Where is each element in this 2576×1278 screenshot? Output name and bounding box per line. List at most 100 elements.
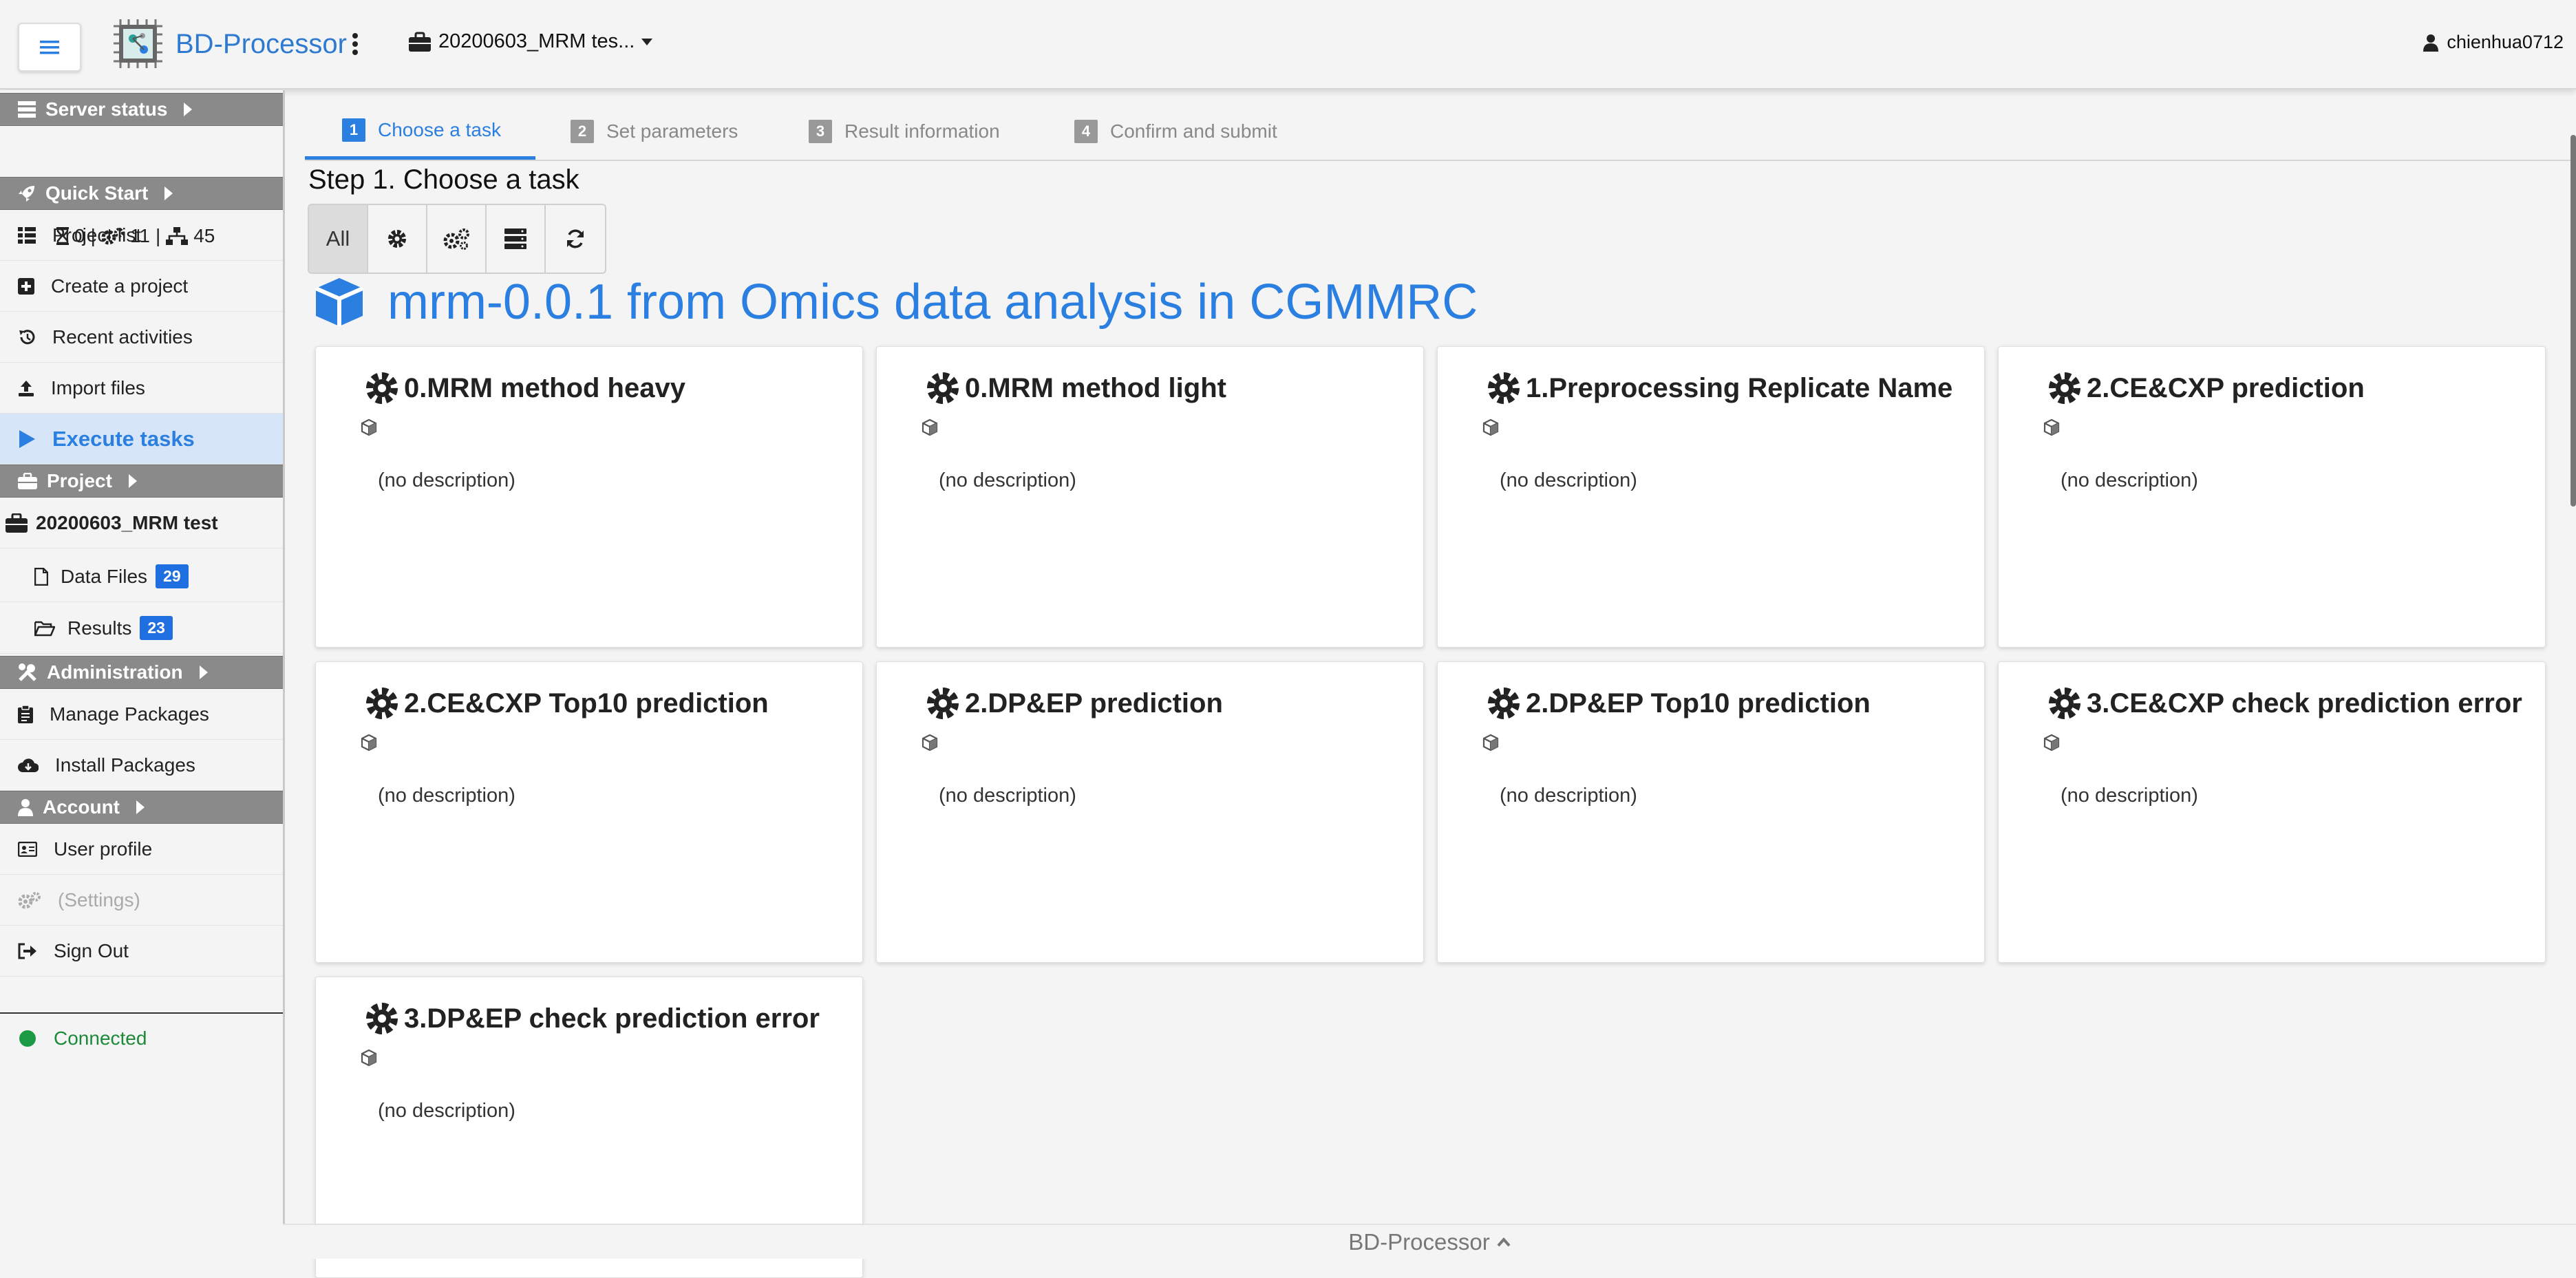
sidebar: Server status 0 | 11 | 45 Quick Start Pr…: [0, 90, 285, 1257]
sidebar-item-data-files[interactable]: Data Files 29: [0, 551, 283, 602]
server-status-title: Server status: [45, 98, 168, 120]
quick-start-header[interactable]: Quick Start: [0, 177, 283, 210]
sidebar-item-user-profile[interactable]: User profile: [0, 824, 283, 875]
task-description: (no description): [1500, 785, 1637, 807]
sidebar-item-recent-activities[interactable]: Recent activities: [0, 312, 283, 363]
connected-indicator-icon: [19, 1030, 36, 1047]
file-icon: [34, 567, 48, 586]
refresh-button[interactable]: [546, 205, 605, 273]
package-cube-icon: [2043, 418, 2061, 436]
rocket-icon: [18, 184, 36, 202]
gear-icon: [364, 1001, 400, 1036]
cogs-icon: [443, 228, 470, 250]
step-tabs: 1 Choose a task 2 Set parameters 3 Resul…: [305, 103, 2576, 161]
app-options-button[interactable]: [351, 32, 359, 59]
task-name: 2.DP&EP Top10 prediction: [1526, 688, 1871, 718]
quick-start-title: Quick Start: [45, 182, 149, 204]
user-icon: [2423, 34, 2439, 52]
filter-single-task-button[interactable]: [368, 205, 427, 273]
sidebar-item-results[interactable]: Results 23: [0, 603, 283, 654]
gear-icon: [2047, 685, 2083, 721]
play-icon: [18, 429, 36, 449]
task-card-header: 2.DP&EP Top10 prediction: [1486, 685, 1871, 721]
current-project-item[interactable]: 20200603_MRM test: [0, 498, 283, 549]
task-card[interactable]: 0.MRM method heavy (no description): [315, 346, 863, 648]
sidebar-item-settings: (Settings): [0, 875, 283, 926]
project-switcher[interactable]: 20200603_MRM tes...: [408, 30, 653, 53]
sidebar-item-create-project[interactable]: Create a project: [0, 261, 283, 312]
task-description: (no description): [939, 469, 1076, 491]
briefcase-icon: [6, 513, 28, 533]
user-menu[interactable]: chienhua0712: [2423, 32, 2564, 53]
project-header[interactable]: Project: [0, 465, 283, 498]
gear-icon: [925, 685, 961, 721]
filter-all-button[interactable]: All: [309, 205, 368, 273]
task-card[interactable]: 2.CE&CXP Top10 prediction (no descriptio…: [315, 661, 863, 963]
user-icon: [18, 798, 33, 816]
sidebar-item-manage-packages[interactable]: Manage Packages: [0, 689, 283, 740]
package-cube-icon: [921, 418, 939, 436]
task-card-header: 3.CE&CXP check prediction error: [2047, 685, 2522, 721]
sidebar-item-project-list[interactable]: Project list: [0, 210, 283, 261]
task-card[interactable]: 3.CE&CXP check prediction error (no desc…: [1998, 661, 2546, 963]
sidebar-item-label: Project list: [52, 224, 142, 246]
tab-result-information[interactable]: 3 Result information: [809, 103, 1000, 160]
app-logo[interactable]: [112, 18, 164, 70]
task-card[interactable]: 0.MRM method light (no description): [876, 346, 1424, 648]
menu-toggle-button[interactable]: [18, 23, 81, 72]
administration-header[interactable]: Administration: [0, 656, 283, 689]
server-status-header[interactable]: Server status: [0, 93, 283, 126]
filter-workflow-button[interactable]: [427, 205, 487, 273]
package-cube-icon: [1482, 418, 1500, 436]
chevron-up-icon: [1497, 1237, 1511, 1247]
gear-icon: [364, 370, 400, 406]
task-description: (no description): [378, 1100, 515, 1122]
sidebar-item-label: User profile: [54, 838, 153, 860]
task-card[interactable]: 2.DP&EP prediction (no description): [876, 661, 1424, 963]
clipboard-icon: [18, 705, 33, 723]
hamburger-icon: [40, 40, 59, 55]
tab-label: Set parameters: [606, 120, 738, 142]
connection-status: Connected: [19, 1027, 147, 1050]
task-name: 1.Preprocessing Replicate Name: [1526, 372, 1953, 403]
task-name: 3.DP&EP check prediction error: [404, 1003, 820, 1034]
task-card[interactable]: 2.DP&EP Top10 prediction (no description…: [1437, 661, 1985, 963]
task-name: 2.CE&CXP Top10 prediction: [404, 688, 769, 718]
package-cube-icon: [360, 734, 378, 752]
sidebar-item-import-files[interactable]: Import files: [0, 363, 283, 414]
tab-set-parameters[interactable]: 2 Set parameters: [571, 103, 738, 160]
task-card[interactable]: 1.Preprocessing Replicate Name (no descr…: [1437, 346, 1985, 648]
footer-toggle[interactable]: BD-Processor: [283, 1224, 2576, 1259]
folder-open-icon: [34, 620, 55, 637]
package-cube-icon: [921, 734, 939, 752]
gear-icon: [925, 370, 961, 406]
tab-choose-task[interactable]: 1 Choose a task: [305, 103, 535, 160]
gears-icon: [18, 891, 41, 909]
task-filter-group: All: [308, 204, 606, 274]
sidebar-item-install-packages[interactable]: Install Packages: [0, 740, 283, 791]
sidebar-item-label: Data Files: [61, 565, 148, 587]
administration-title: Administration: [47, 661, 183, 683]
sidebar-item-label: Install Packages: [55, 754, 195, 776]
task-description: (no description): [939, 785, 1076, 807]
main-scrollbar[interactable]: [2570, 135, 2576, 507]
step-number: 2: [571, 120, 594, 143]
caret-down-icon: [641, 38, 653, 45]
task-name: 3.CE&CXP check prediction error: [2087, 688, 2522, 718]
task-name: 0.MRM method heavy: [404, 372, 685, 403]
tab-confirm-submit[interactable]: 4 Confirm and submit: [1074, 103, 1277, 160]
gear-icon: [1486, 685, 1522, 721]
account-header[interactable]: Account: [0, 791, 283, 824]
sidebar-item-execute-tasks[interactable]: Execute tasks: [0, 414, 283, 465]
tab-label: Confirm and submit: [1110, 120, 1277, 142]
gear-icon: [1486, 370, 1522, 406]
gear-icon: [2047, 370, 2083, 406]
package-heading: mrm-0.0.1 from Omics data analysis in CG…: [313, 274, 1478, 330]
filter-server-button[interactable]: [487, 205, 546, 273]
package-title: mrm-0.0.1 from Omics data analysis in CG…: [387, 275, 1478, 330]
sidebar-item-sign-out[interactable]: Sign Out: [0, 926, 283, 977]
app-title[interactable]: BD-Processor: [175, 29, 347, 60]
task-card[interactable]: 2.CE&CXP prediction (no description): [1998, 346, 2546, 648]
plus-square-icon: [18, 277, 34, 295]
sidebar-item-label: Manage Packages: [50, 703, 209, 725]
